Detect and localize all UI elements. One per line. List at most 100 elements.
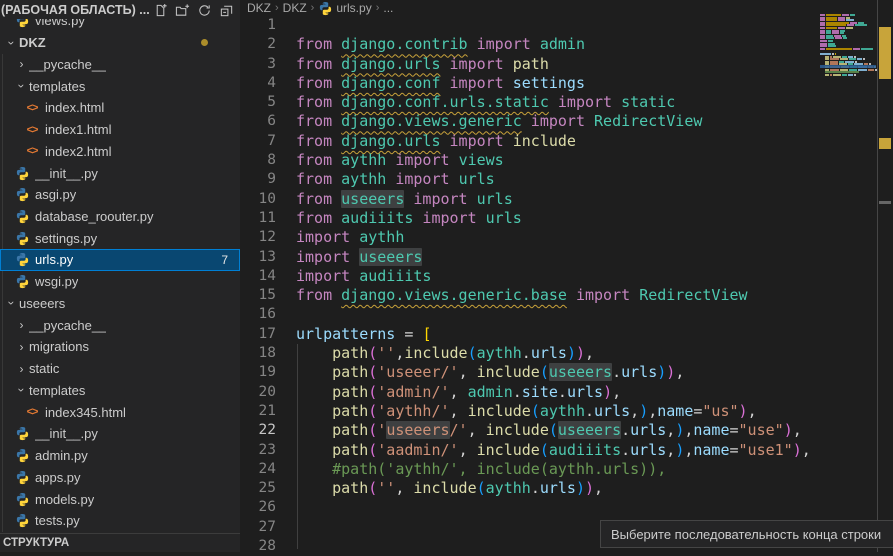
breadcrumb-item[interactable]: DKZ: [283, 1, 307, 15]
code-line-26[interactable]: 26: [240, 498, 893, 517]
line-number[interactable]: 21: [240, 402, 276, 421]
code-line-12[interactable]: 12import aythh: [240, 228, 893, 247]
line-number[interactable]: 1: [240, 16, 276, 35]
line-number[interactable]: 6: [240, 112, 276, 131]
code-line-9[interactable]: 9from aythh import urls: [240, 170, 893, 189]
tree-item-index1-html[interactable]: <>index1.html: [0, 119, 240, 141]
line-number[interactable]: 28: [240, 537, 276, 556]
code-line-18[interactable]: 18 path('',include(aythh.urls)),: [240, 344, 893, 363]
line-text: path('aythh/', include(aythh.urls,),name…: [276, 402, 757, 421]
new-folder-icon[interactable]: [173, 2, 192, 19]
code-line-16[interactable]: 16: [240, 305, 893, 324]
tree-item--pycache-[interactable]: ›__pycache__: [0, 314, 240, 336]
code-line-23[interactable]: 23 path('aadmin/', include(audiiits.urls…: [240, 441, 893, 460]
line-number[interactable]: 27: [240, 518, 276, 537]
tree-item-models-py[interactable]: models.py: [0, 488, 240, 510]
code-line-17[interactable]: 17urlpatterns = [: [240, 325, 893, 344]
line-number[interactable]: 16: [240, 305, 276, 324]
code-line-5[interactable]: 5from django.conf.urls.static import sta…: [240, 93, 893, 112]
code-line-10[interactable]: 10from useeers import urls: [240, 190, 893, 209]
collapse-all-icon[interactable]: [217, 2, 236, 19]
code-line-11[interactable]: 11from audiiits import urls: [240, 209, 893, 228]
tree-item-index-html[interactable]: <>index.html: [0, 97, 240, 119]
tree-item-static[interactable]: ›static: [0, 358, 240, 380]
outline-section-header[interactable]: СТРУКТУРА: [0, 533, 240, 552]
line-text: path('',include(aythh.urls)),: [276, 344, 594, 363]
code-line-1[interactable]: 1: [240, 16, 893, 35]
code-line-3[interactable]: 3from django.urls import path: [240, 55, 893, 74]
line-number[interactable]: 25: [240, 479, 276, 498]
line-number[interactable]: 7: [240, 132, 276, 151]
tree-item-apps-py[interactable]: apps.py: [0, 466, 240, 488]
minimap[interactable]: [820, 12, 876, 122]
breadcrumb-item[interactable]: DKZ: [247, 1, 271, 15]
tree-item-index2-html[interactable]: <>index2.html: [0, 140, 240, 162]
code-line-13[interactable]: 13import useeers: [240, 248, 893, 267]
tree-item-urls-py[interactable]: urls.py7: [0, 249, 240, 271]
tree-item-templates[interactable]: ›templates: [0, 379, 240, 401]
code-line-2[interactable]: 2from django.contrib import admin: [240, 35, 893, 54]
line-number[interactable]: 23: [240, 441, 276, 460]
line-text: [276, 518, 296, 537]
code-line-25[interactable]: 25 path('', include(aythh.urls)),: [240, 479, 893, 498]
tree-item--pycache-[interactable]: ›__pycache__: [0, 53, 240, 75]
refresh-icon[interactable]: [195, 2, 214, 19]
line-number[interactable]: 14: [240, 267, 276, 286]
tree-item-wsgi-py[interactable]: wsgi.py: [0, 271, 240, 293]
tree-item-settings-py[interactable]: settings.py: [0, 227, 240, 249]
line-number[interactable]: 11: [240, 209, 276, 228]
code-line-22[interactable]: 22 path('useeers/', include(useeers.urls…: [240, 421, 893, 440]
line-number[interactable]: 20: [240, 383, 276, 402]
tree-item-dkz[interactable]: ›DKZ: [0, 32, 240, 54]
code-area[interactable]: 12from django.contrib import admin3from …: [240, 16, 893, 556]
tree-item-tests-py[interactable]: tests.py: [0, 510, 240, 532]
new-file-icon[interactable]: [151, 2, 170, 19]
line-number[interactable]: 2: [240, 35, 276, 54]
breadcrumb-item[interactable]: ...: [383, 1, 393, 15]
line-number[interactable]: 17: [240, 325, 276, 344]
tree-item-asgi-py[interactable]: asgi.py: [0, 184, 240, 206]
code-line-8[interactable]: 8from aythh import views: [240, 151, 893, 170]
line-number[interactable]: 24: [240, 460, 276, 479]
tree-item-label: useeers: [19, 296, 65, 311]
code-line-19[interactable]: 19 path('useeer/', include(useeers.urls)…: [240, 363, 893, 382]
line-number[interactable]: 19: [240, 363, 276, 382]
line-number[interactable]: 26: [240, 498, 276, 517]
tree-item-admin-py[interactable]: admin.py: [0, 445, 240, 467]
breadcrumb-label: urls.py: [336, 1, 371, 15]
line-number[interactable]: 8: [240, 151, 276, 170]
overview-ruler[interactable]: [878, 0, 893, 552]
breadcrumb-label: ...: [383, 1, 393, 15]
python-file-icon: [14, 274, 30, 290]
code-line-21[interactable]: 21 path('aythh/', include(aythh.urls,),n…: [240, 402, 893, 421]
code-line-4[interactable]: 4from django.conf import settings: [240, 74, 893, 93]
code-line-20[interactable]: 20 path('admin/', admin.site.urls),: [240, 383, 893, 402]
line-number[interactable]: 22: [240, 421, 276, 440]
line-number[interactable]: 3: [240, 55, 276, 74]
line-number[interactable]: 9: [240, 170, 276, 189]
line-number[interactable]: 10: [240, 190, 276, 209]
code-line-7[interactable]: 7from django.urls import include: [240, 132, 893, 151]
code-line-6[interactable]: 6from django.views.generic import Redire…: [240, 112, 893, 131]
line-number[interactable]: 15: [240, 286, 276, 305]
code-line-14[interactable]: 14import audiiits: [240, 267, 893, 286]
code-line-24[interactable]: 24 #path('aythh/', include(aythh.urls)),: [240, 460, 893, 479]
line-number[interactable]: 13: [240, 248, 276, 267]
tree-item-migrations[interactable]: ›migrations: [0, 336, 240, 358]
line-number[interactable]: 12: [240, 228, 276, 247]
line-number[interactable]: 4: [240, 74, 276, 93]
tree-item-database-roouter-py[interactable]: database_roouter.py: [0, 206, 240, 228]
tree-item-useeers[interactable]: ›useeers: [0, 293, 240, 315]
explorer-section-header[interactable]: (РАБОЧАЯ ОБЛАСТЬ) ...: [0, 0, 240, 19]
line-number[interactable]: 5: [240, 93, 276, 112]
tree-item-templates[interactable]: ›templates: [0, 75, 240, 97]
html-file-icon: <>: [24, 404, 40, 420]
tree-item--init-py[interactable]: __init__.py: [0, 423, 240, 445]
breadcrumb-item[interactable]: urls.py: [318, 1, 371, 16]
tree-item--init-py[interactable]: __init__.py: [0, 162, 240, 184]
code-line-15[interactable]: 15from django.views.generic.base import …: [240, 286, 893, 305]
tree-item-label: __init__.py: [35, 166, 98, 181]
line-number[interactable]: 18: [240, 344, 276, 363]
vscode-window: { "colors":{ "editor_bg":"#1e1e1e","side…: [0, 0, 893, 552]
tree-item-index345-html[interactable]: <>index345.html: [0, 401, 240, 423]
